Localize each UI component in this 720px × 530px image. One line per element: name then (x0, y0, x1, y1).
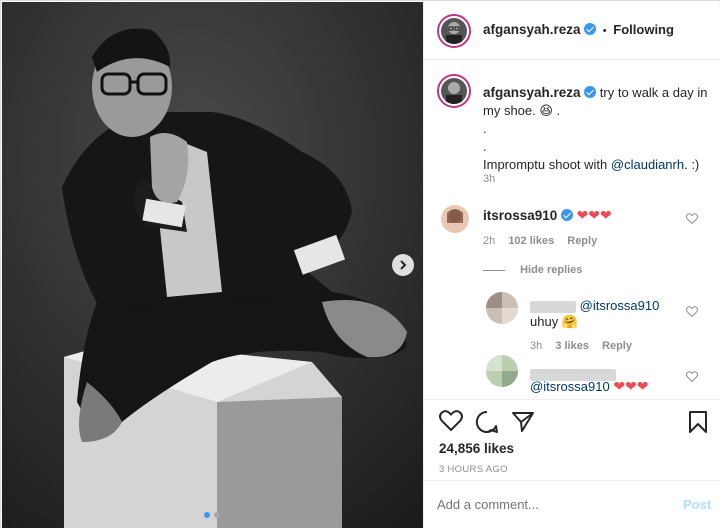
heart-emoji: ❤❤❤ (613, 378, 649, 394)
reply-likes[interactable]: 3 likes (555, 340, 589, 352)
caption: afgansyah.reza try to walk a day in my s… (483, 84, 708, 174)
comment-composer: Post (424, 480, 720, 528)
reply-avatar[interactable] (486, 292, 518, 324)
carousel-next-button[interactable] (392, 254, 414, 276)
redacted-username (530, 300, 576, 313)
comment-like-heart-icon[interactable] (686, 213, 698, 224)
comment: itsrossa910 ❤❤❤ (483, 207, 612, 224)
caption-text: Impromptu shoot with (483, 157, 608, 172)
post-frame: afgansyah.reza • Following afgansyah.rez… (0, 0, 720, 528)
reply-like-heart-icon[interactable] (686, 371, 698, 382)
reply-meta: 3h 3 likes Reply (530, 340, 632, 352)
caption-text: . :) (684, 157, 700, 172)
carousel-dot (214, 512, 220, 518)
heart-icon[interactable] (439, 410, 463, 432)
reply-button[interactable]: Reply (602, 340, 632, 352)
replies-divider (483, 269, 505, 271)
comment-input[interactable] (437, 494, 657, 514)
reply-text-content: uhuy (530, 314, 559, 329)
carousel-indicator (204, 512, 220, 518)
post-comment-button[interactable]: Post (683, 497, 711, 512)
comment-username[interactable]: itsrossa910 (483, 208, 557, 223)
share-icon[interactable] (511, 410, 535, 434)
avatar[interactable] (437, 14, 471, 48)
emoji-icon: 😆 (539, 103, 553, 118)
header-username[interactable]: afgansyah.reza (483, 22, 581, 37)
post-header: afgansyah.reza • Following (424, 2, 720, 60)
bookmark-icon[interactable] (688, 410, 708, 434)
reply-text: uhuy 🤗 (530, 314, 578, 330)
caption-mention-link[interactable]: @claudianrh (611, 157, 684, 172)
caption-username[interactable]: afgansyah.reza (483, 85, 581, 100)
reply-like-heart-icon[interactable] (686, 306, 698, 317)
comment-time[interactable]: 2h (483, 235, 495, 247)
header-separator: • (602, 25, 607, 37)
verified-badge-icon (584, 23, 597, 35)
post-side-panel: afgansyah.reza • Following afgansyah.rez… (423, 2, 720, 528)
carousel-dot-active (204, 512, 210, 518)
reply-mention-link[interactable]: @itsrossa910 (530, 379, 610, 394)
likes-count[interactable]: 24,856 likes (439, 441, 514, 456)
verified-badge-icon (584, 86, 597, 98)
caption-time[interactable]: 3h (483, 173, 495, 185)
post-timestamp[interactable]: 3 HOURS AGO (439, 464, 508, 475)
hide-replies-label: Hide replies (520, 264, 583, 276)
caption-dot: . (556, 103, 561, 118)
comment-meta: 2h 102 likes Reply (483, 235, 597, 247)
heart-emoji: ❤❤❤ (576, 207, 612, 223)
caption-dot: . (483, 121, 487, 136)
comment-avatar[interactable] (441, 205, 469, 233)
hug-emoji-icon: 🤗 (561, 314, 579, 329)
comment-likes[interactable]: 102 likes (508, 235, 554, 247)
reply-text: @itsrossa910 ❤❤❤ (530, 378, 649, 395)
reply: @itsrossa910 (530, 298, 659, 313)
reply-time[interactable]: 3h (530, 340, 542, 352)
reply-avatar[interactable] (486, 355, 518, 387)
verified-badge-icon (560, 209, 573, 221)
reply-button[interactable]: Reply (567, 235, 597, 247)
chevron-right-icon (400, 260, 407, 270)
comment-icon[interactable] (475, 410, 499, 434)
caption-avatar[interactable] (437, 74, 471, 108)
photo-image (2, 2, 423, 528)
caption-dot: . (483, 139, 487, 154)
following-button[interactable]: Following (613, 22, 674, 37)
reply-mention-link[interactable]: @itsrossa910 (580, 298, 660, 313)
post-photo[interactable] (2, 2, 423, 528)
hide-replies-button[interactable]: Hide replies (483, 264, 582, 276)
